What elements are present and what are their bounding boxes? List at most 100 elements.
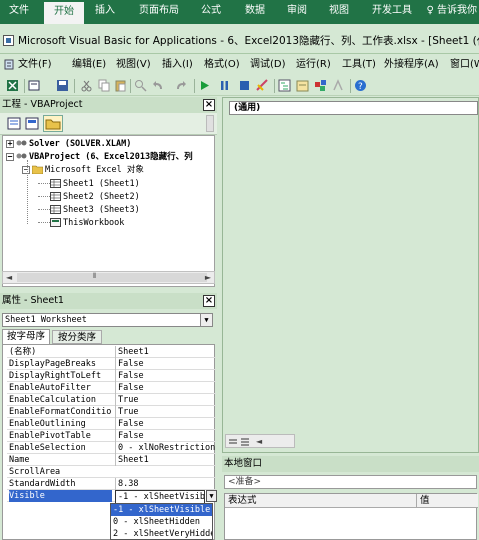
property-value[interactable]: Sheet1 xyxy=(115,346,216,358)
property-row[interactable]: EnableSelection 0 - xlNoRestrictions xyxy=(7,442,216,454)
tree-item[interactable]: ThisWorkbook xyxy=(38,217,124,230)
property-row[interactable]: EnableOutlining False xyxy=(7,418,216,430)
chevron-down-icon[interactable]: ▼ xyxy=(206,490,217,502)
view-object-icon[interactable] xyxy=(25,117,39,133)
ribbon-tab[interactable]: 数据 xyxy=(240,0,270,24)
ribbon-tab[interactable]: 视图 xyxy=(324,0,354,24)
scroll-left-icon[interactable]: ◄ xyxy=(256,437,262,446)
insert-module-icon[interactable] xyxy=(28,79,41,92)
svg-text:?: ? xyxy=(358,82,363,92)
tree-item[interactable]: Sheet1 (Sheet1) xyxy=(38,178,140,191)
tell-me-box[interactable]: ♀ 告诉我你 xyxy=(426,0,479,24)
tree-item[interactable]: + Solver (SOLVER.XLAM) xyxy=(6,138,131,151)
object-select[interactable]: Sheet1 Worksheet ▼ xyxy=(2,313,213,327)
property-value[interactable]: False xyxy=(115,382,216,394)
break-icon[interactable] xyxy=(218,79,231,92)
save-icon[interactable] xyxy=(56,79,69,92)
property-row[interactable]: DisplayPageBreaks False xyxy=(7,358,216,370)
find-icon[interactable] xyxy=(134,79,147,92)
property-row[interactable]: EnableFormatConditions True xyxy=(7,406,216,418)
close-icon[interactable]: × xyxy=(203,295,215,307)
menu-item[interactable]: 调试(D) xyxy=(250,55,286,75)
property-value[interactable]: False xyxy=(115,430,216,442)
property-row[interactable]: EnableCalculation True xyxy=(7,394,216,406)
dropdown-option[interactable]: -1 - xlSheetVisible xyxy=(111,504,212,516)
ribbon-tab[interactable]: 审阅 xyxy=(282,0,312,24)
copy-icon[interactable] xyxy=(98,79,111,92)
properties-icon[interactable] xyxy=(296,79,309,92)
full-module-view-icon[interactable] xyxy=(240,437,250,450)
project-explorer-icon[interactable] xyxy=(278,79,291,92)
property-row[interactable]: Name Sheet1 xyxy=(7,454,216,466)
column-header-expression[interactable]: 表达式 xyxy=(225,494,417,508)
property-value[interactable]: True xyxy=(115,406,216,418)
menu-item[interactable]: 格式(O) xyxy=(204,55,240,75)
design-mode-icon[interactable] xyxy=(256,79,269,92)
menu-item[interactable]: 插入(I) xyxy=(162,55,193,75)
property-value[interactable]: 8.38 xyxy=(115,478,216,490)
tab-categorized[interactable]: 按分类序 xyxy=(52,330,102,344)
tree-item[interactable]: − Microsoft Excel 对象 xyxy=(22,164,144,177)
project-tree-hscrollbar[interactable]: ◄ ⦀ ► xyxy=(2,271,215,284)
code-window: (通用) ◄ xyxy=(222,97,479,453)
paste-icon[interactable] xyxy=(114,79,127,92)
expander-icon[interactable]: − xyxy=(6,152,14,161)
property-row[interactable]: (名称) Sheet1 xyxy=(7,346,216,358)
menu-item[interactable]: 编辑(E) xyxy=(72,55,106,75)
property-value[interactable]: Sheet1 xyxy=(115,454,216,466)
cut-icon[interactable] xyxy=(80,79,93,92)
property-value[interactable]: False xyxy=(115,370,216,382)
expander-icon[interactable]: − xyxy=(22,165,30,174)
ribbon-tab[interactable]: 开始 xyxy=(44,0,84,24)
object-browser-icon[interactable] xyxy=(314,79,327,92)
tree-item[interactable]: − VBAProject (6、Excel2013隐藏行、列 xyxy=(6,151,193,164)
expander-icon[interactable]: + xyxy=(6,139,14,148)
dropdown-option[interactable]: 0 - xlSheetHidden xyxy=(111,516,212,528)
ribbon-tab[interactable]: 插入 xyxy=(90,0,120,24)
toolbox-icon[interactable] xyxy=(332,79,345,92)
property-value[interactable]: True xyxy=(115,394,216,406)
reset-icon[interactable] xyxy=(238,79,251,92)
tab-alphabetic[interactable]: 按字母序 xyxy=(2,329,50,344)
dropdown-option[interactable]: 2 - xlSheetVeryHidden xyxy=(111,528,212,539)
toggle-folders-icon[interactable] xyxy=(43,115,63,132)
excel-icon[interactable] xyxy=(6,79,19,92)
help-icon[interactable]: ? xyxy=(354,79,367,92)
ribbon-tab[interactable]: 页面布局 xyxy=(134,0,184,24)
tree-item[interactable]: Sheet2 (Sheet2) xyxy=(38,191,140,204)
property-row[interactable]: ScrollArea xyxy=(7,466,216,478)
ribbon-tab[interactable]: 开发工具 xyxy=(368,0,416,24)
menu-item[interactable]: 视图(V) xyxy=(116,55,151,75)
property-value[interactable]: -1 - xlSheetVisible xyxy=(115,490,205,504)
undo-icon[interactable] xyxy=(152,79,165,92)
property-value[interactable]: False xyxy=(115,358,216,370)
property-value[interactable]: False xyxy=(115,418,216,430)
property-value[interactable]: 0 - xlNoRestrictions xyxy=(115,442,216,454)
code-editor[interactable] xyxy=(223,118,478,432)
property-row[interactable]: StandardWidth 8.38 xyxy=(7,478,216,490)
view-code-icon[interactable] xyxy=(7,117,21,133)
scroll-right-icon[interactable]: ► xyxy=(205,273,211,282)
redo-icon[interactable] xyxy=(174,79,187,92)
chevron-down-icon[interactable]: ▼ xyxy=(200,314,212,326)
property-row[interactable]: EnablePivotTable False xyxy=(7,430,216,442)
toolbar-overflow-icon[interactable] xyxy=(206,115,214,132)
ribbon-tab[interactable]: 公式 xyxy=(196,0,226,24)
close-icon[interactable]: × xyxy=(203,99,215,111)
procedure-view-icon[interactable] xyxy=(228,437,238,450)
ribbon-tab[interactable]: 文件 xyxy=(6,0,32,24)
property-row[interactable]: ▼ Visible-1 - xlSheetVisible xyxy=(7,490,217,504)
menu-item[interactable]: 文件(F) xyxy=(18,55,52,75)
tree-item[interactable]: Sheet3 (Sheet3) xyxy=(38,204,140,217)
scroll-thumb[interactable] xyxy=(17,273,207,282)
object-combo[interactable]: (通用) xyxy=(229,101,478,115)
scroll-left-icon[interactable]: ◄ xyxy=(6,273,12,282)
run-icon[interactable] xyxy=(198,79,211,92)
menu-item[interactable]: 外接程序(A) xyxy=(384,55,439,75)
menu-item[interactable]: 工具(T) xyxy=(342,55,376,75)
property-row[interactable]: EnableAutoFilter False xyxy=(7,382,216,394)
menu-item[interactable]: 运行(R) xyxy=(296,55,331,75)
property-row[interactable]: DisplayRightToLeft False xyxy=(7,370,216,382)
menu-item[interactable]: 窗口(W xyxy=(450,55,479,75)
column-header-value[interactable]: 值 xyxy=(417,494,478,508)
